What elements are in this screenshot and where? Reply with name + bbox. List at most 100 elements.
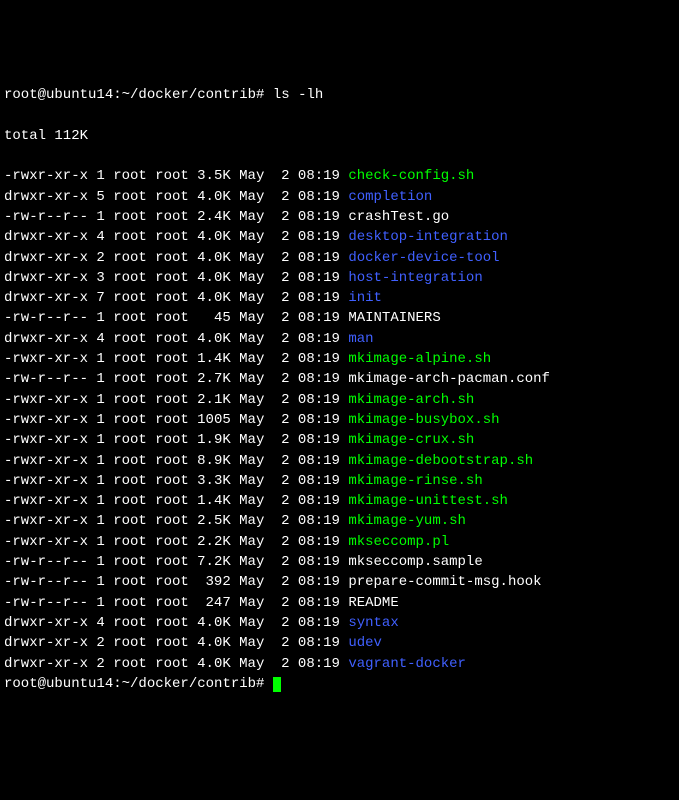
- file-row: -rwxr-xr-x 1rootroot3.3KMay208:19mkimage…: [4, 471, 675, 491]
- file-month: May: [239, 308, 264, 328]
- file-links: 1: [96, 390, 104, 410]
- cursor-icon[interactable]: [273, 677, 281, 692]
- file-links: 1: [96, 593, 104, 613]
- file-size: 4.0K: [197, 288, 231, 308]
- file-row: -rwxr-xr-x 1rootroot2.1KMay208:19mkimage…: [4, 390, 675, 410]
- file-day: 2: [273, 207, 290, 227]
- file-size: 2.5K: [197, 511, 231, 531]
- file-time: 08:19: [298, 471, 340, 491]
- file-time: 08:19: [298, 654, 340, 674]
- file-name: host-integration: [348, 268, 482, 288]
- file-owner: root: [113, 613, 147, 633]
- file-links: 1: [96, 308, 104, 328]
- prompt-path: ~/docker/contrib: [122, 676, 256, 692]
- prompt-hash: #: [256, 87, 264, 103]
- file-group: root: [155, 268, 189, 288]
- file-row: drwxr-xr-x 4rootroot4.0KMay208:19man: [4, 329, 675, 349]
- command-text: ls -lh: [273, 87, 323, 103]
- file-time: 08:19: [298, 288, 340, 308]
- file-group: root: [155, 430, 189, 450]
- file-group: root: [155, 511, 189, 531]
- file-owner: root: [113, 227, 147, 247]
- file-group: root: [155, 390, 189, 410]
- file-perms: -rw-r--r--: [4, 207, 88, 227]
- file-perms: -rw-r--r--: [4, 552, 88, 572]
- file-links: 2: [96, 633, 104, 653]
- file-size: 2.2K: [197, 532, 231, 552]
- file-day: 2: [273, 511, 290, 531]
- file-size: 4.0K: [197, 329, 231, 349]
- file-size: 2.7K: [197, 369, 231, 389]
- file-links: 1: [96, 552, 104, 572]
- file-time: 08:19: [298, 227, 340, 247]
- file-links: 4: [96, 613, 104, 633]
- file-owner: root: [113, 329, 147, 349]
- file-month: May: [239, 349, 264, 369]
- file-links: 1: [96, 410, 104, 430]
- file-size: 45: [197, 308, 231, 328]
- file-perms: -rwxr-xr-x: [4, 410, 88, 430]
- terminal-output: root@ubuntu14:~/docker/contrib# ls -lh t…: [4, 85, 675, 694]
- file-month: May: [239, 248, 264, 268]
- file-row: drwxr-xr-x 4rootroot4.0KMay208:19syntax: [4, 613, 675, 633]
- file-links: 1: [96, 471, 104, 491]
- file-owner: root: [113, 308, 147, 328]
- file-size: 4.0K: [197, 654, 231, 674]
- file-group: root: [155, 207, 189, 227]
- file-name: man: [348, 329, 373, 349]
- file-group: root: [155, 491, 189, 511]
- file-month: May: [239, 166, 264, 186]
- file-perms: -rwxr-xr-x: [4, 349, 88, 369]
- file-time: 08:19: [298, 166, 340, 186]
- file-owner: root: [113, 207, 147, 227]
- file-row: -rw-r--r-- 1rootroot45May208:19MAINTAINE…: [4, 308, 675, 328]
- file-row: drwxr-xr-x 5rootroot4.0KMay208:19complet…: [4, 187, 675, 207]
- file-group: root: [155, 166, 189, 186]
- file-perms: -rwxr-xr-x: [4, 511, 88, 531]
- file-name: mkseccomp.pl: [348, 532, 449, 552]
- file-row: -rwxr-xr-x 1rootroot1.9KMay208:19mkimage…: [4, 430, 675, 450]
- file-name: mkimage-arch-pacman.conf: [348, 369, 550, 389]
- file-size: 2.4K: [197, 207, 231, 227]
- file-row: -rwxr-xr-x 1rootroot1.4KMay208:19mkimage…: [4, 491, 675, 511]
- file-group: root: [155, 532, 189, 552]
- file-perms: drwxr-xr-x: [4, 633, 88, 653]
- file-time: 08:19: [298, 572, 340, 592]
- file-size: 1.9K: [197, 430, 231, 450]
- file-perms: -rwxr-xr-x: [4, 532, 88, 552]
- file-owner: root: [113, 369, 147, 389]
- file-day: 2: [273, 471, 290, 491]
- file-row: -rw-r--r-- 1rootroot2.7KMay208:19mkimage…: [4, 369, 675, 389]
- file-row: -rw-r--r-- 1rootroot392May208:19prepare-…: [4, 572, 675, 592]
- file-size: 3.3K: [197, 471, 231, 491]
- file-row: -rw-r--r-- 1rootroot7.2KMay208:19mksecco…: [4, 552, 675, 572]
- file-size: 4.0K: [197, 268, 231, 288]
- file-day: 2: [273, 572, 290, 592]
- file-name: desktop-integration: [348, 227, 508, 247]
- file-time: 08:19: [298, 390, 340, 410]
- file-links: 3: [96, 268, 104, 288]
- file-size: 247: [197, 593, 231, 613]
- file-group: root: [155, 613, 189, 633]
- file-group: root: [155, 552, 189, 572]
- file-time: 08:19: [298, 511, 340, 531]
- prompt-sep: :: [113, 676, 121, 692]
- file-perms: -rwxr-xr-x: [4, 390, 88, 410]
- file-owner: root: [113, 349, 147, 369]
- file-day: 2: [273, 329, 290, 349]
- prompt-line-2: root@ubuntu14:~/docker/contrib#: [4, 674, 675, 694]
- file-row: -rwxr-xr-x 1rootroot2.5KMay208:19mkimage…: [4, 511, 675, 531]
- file-day: 2: [273, 593, 290, 613]
- prompt-sep: :: [113, 87, 121, 103]
- file-links: 1: [96, 572, 104, 592]
- file-links: 4: [96, 329, 104, 349]
- file-name: README: [348, 593, 398, 613]
- file-day: 2: [273, 451, 290, 471]
- file-owner: root: [113, 511, 147, 531]
- file-group: root: [155, 349, 189, 369]
- file-owner: root: [113, 187, 147, 207]
- file-group: root: [155, 471, 189, 491]
- prompt-line-1: root@ubuntu14:~/docker/contrib# ls -lh: [4, 85, 675, 105]
- file-month: May: [239, 369, 264, 389]
- total-line: total 112K: [4, 126, 675, 146]
